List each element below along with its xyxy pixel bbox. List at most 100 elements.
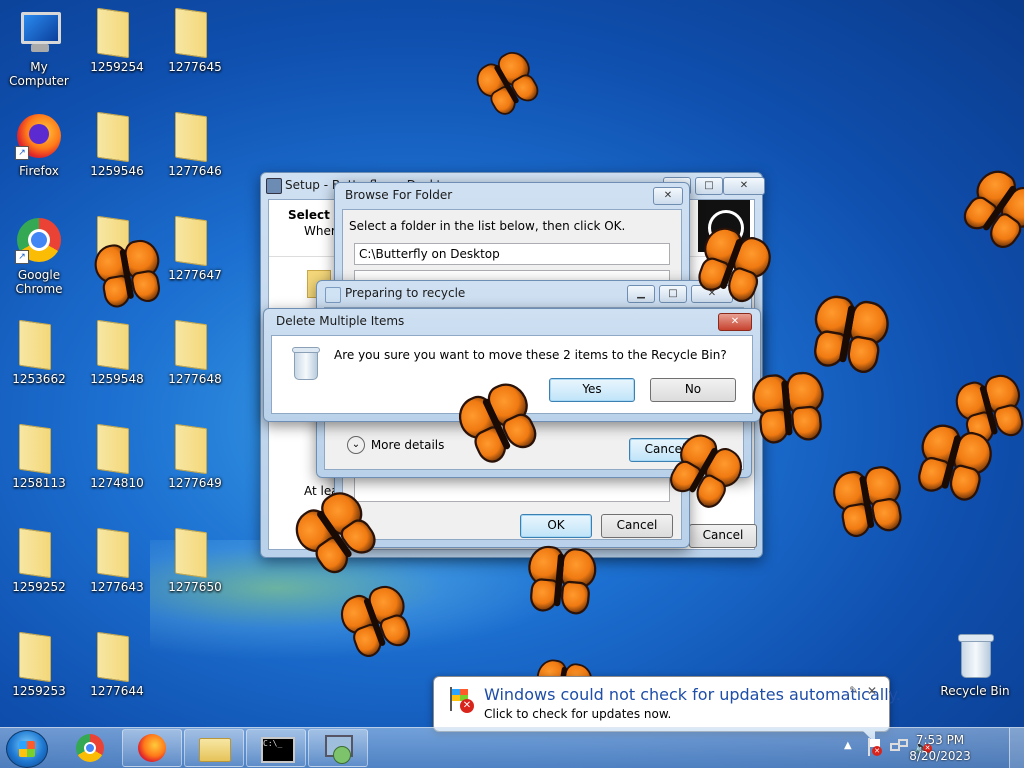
folder-icon [171,7,219,59]
desktop-icon-folder[interactable]: 1259548 [78,319,156,386]
desktop-icon-label: 1277643 [90,580,144,594]
notification-title: Windows could not check for updates auto… [484,685,901,704]
maximize-button[interactable]: □ [695,177,723,195]
folder-icon [15,631,63,683]
desktop-icon-folder[interactable]: 1274810 [78,423,156,490]
desktop-icon-folder[interactable]: 1259252 [0,527,78,594]
network-icon[interactable] [890,739,908,755]
butterfly-decoration [798,286,895,383]
desktop-icon-folder[interactable]: 1277650 [156,527,234,594]
close-icon[interactable]: ✕ [867,685,879,697]
system-clock[interactable]: 7:53 PM 8/20/2023 [908,732,972,764]
desktop-icon-label: 1277645 [168,60,222,74]
desktop-icon-folder[interactable]: 1259253 [0,631,78,698]
desktop-icon-label: 1277646 [168,164,222,178]
folder-icon [93,111,141,163]
desktop-icon-label: Recycle Bin [940,684,1010,698]
desktop-icon-folder[interactable]: 1277646 [156,111,234,178]
more-details-label: More details [370,438,445,452]
desktop-icon-firefox[interactable]: ↗ Firefox [0,112,78,178]
desktop-icon-folder[interactable]: 1277649 [156,423,234,490]
chrome-icon [76,734,104,762]
desktop-icon-label: 1277647 [168,268,222,282]
clock-date: 8/20/2023 [909,749,971,763]
show-desktop-button[interactable] [1009,728,1024,768]
ok-button[interactable]: OK [520,514,592,538]
folder-icon [171,215,219,267]
maximize-button[interactable]: □ [659,285,687,303]
folder-icon [171,527,219,579]
butterfly-decoration [902,414,1001,513]
desktop-icon-label: 1259253 [12,684,66,698]
recycle-cancel-button[interactable]: Cancel [629,438,701,462]
close-button[interactable]: ✕ [718,313,752,331]
folder-icon [199,738,231,762]
folder-icon [171,111,219,163]
folder-icon [93,7,141,59]
no-button[interactable]: No [650,378,736,402]
desktop-icon-my-computer[interactable]: My Computer [0,8,78,88]
close-button[interactable]: ✕ [723,177,765,195]
desktop-icon-folder[interactable]: 1277643 [78,527,156,594]
setup-cancel-button[interactable]: Cancel [689,524,757,548]
pin-icon[interactable]: ✎ [849,685,861,697]
close-button[interactable]: ✕ [653,187,683,205]
action-center-warning-icon[interactable]: ✕ [866,738,882,756]
start-button[interactable] [6,730,48,768]
desktop-icon-folder[interactable]: 1277645 [156,7,234,74]
desktop-icon-label: 1259252 [12,580,66,594]
butterfly-decoration [822,458,911,547]
chevron-down-icon: ⌄ [347,436,365,454]
desktop-icon-folder[interactable]: 1253662 [0,319,78,386]
taskbar-file-explorer[interactable] [184,729,244,767]
desktop-icon-folder[interactable]: 1259254 [78,7,156,74]
folder-icon [93,319,141,371]
folder-icon [15,527,63,579]
desktop-icon-label: 1277650 [168,580,222,594]
recycle-bin-icon [288,344,328,384]
close-button[interactable]: ✕ [691,285,733,303]
taskbar-setup[interactable] [308,729,368,767]
taskbar: C:\_ ▲ ✕ 🔈 ✕ 7:53 PM 8/20/2023 [0,727,1024,768]
desktop-icon-folder[interactable]: 1259546 [78,111,156,178]
desktop-icon-label: 1259254 [90,60,144,74]
desktop-icon-google-chrome[interactable]: ↗ Google Chrome [0,216,78,296]
clock-time: 7:53 PM [915,733,965,747]
desktop-icon-folder[interactable]: 1258113 [0,423,78,490]
more-details-toggle[interactable]: ⌄ More details [347,436,444,456]
show-hidden-icons-button[interactable]: ▲ [844,740,852,751]
desktop-icon-folder[interactable]: 1277648 [156,319,234,386]
desktop-icon-folder[interactable]: 1277644 [78,631,156,698]
desktop-icon-label: 1274810 [90,476,144,490]
browse-instruction: Select a folder in the list below, then … [349,219,626,233]
firefox-icon [138,734,166,762]
desktop-icon-recycle-bin[interactable]: Recycle Bin [936,632,1014,698]
folder-icon [171,319,219,371]
notification-text: Click to check for updates now. [484,707,672,721]
browse-dialog-title: Browse For Folder [345,188,453,202]
cancel-button[interactable]: Cancel [601,514,673,538]
windows-update-flag-icon: ✕ [448,687,474,713]
minimize-button[interactable]: ▁ [627,285,655,303]
butterfly-decoration [945,155,1024,262]
folder-icon [93,423,141,475]
desktop-icon-label: 1277648 [168,372,222,386]
delete-dialog-body: Are you sure you want to move these 2 it… [271,335,753,414]
taskbar-chrome[interactable] [60,729,120,767]
folder-icon [93,631,141,683]
folder-icon [93,215,141,267]
folder-icon [93,527,141,579]
desktop-icon-folder[interactable] [78,215,156,268]
folder-icon [171,423,219,475]
yes-button[interactable]: Yes [549,378,635,402]
delete-multiple-items-dialog[interactable]: Delete Multiple Items ✕ Are you sure you… [263,308,761,422]
computer-icon [15,8,63,56]
desktop-icon-folder[interactable]: 1277647 [156,215,234,282]
setup-logo-icon [698,200,750,252]
setup-app-icon [266,178,282,194]
taskbar-command-prompt[interactable]: C:\_ [246,729,306,767]
folder-path-field[interactable]: C:\Butterfly on Desktop [354,243,670,265]
setup-disc-icon [333,746,351,764]
windows-update-notification[interactable]: ✕ Windows could not check for updates au… [433,676,901,743]
taskbar-firefox[interactable] [122,729,182,767]
